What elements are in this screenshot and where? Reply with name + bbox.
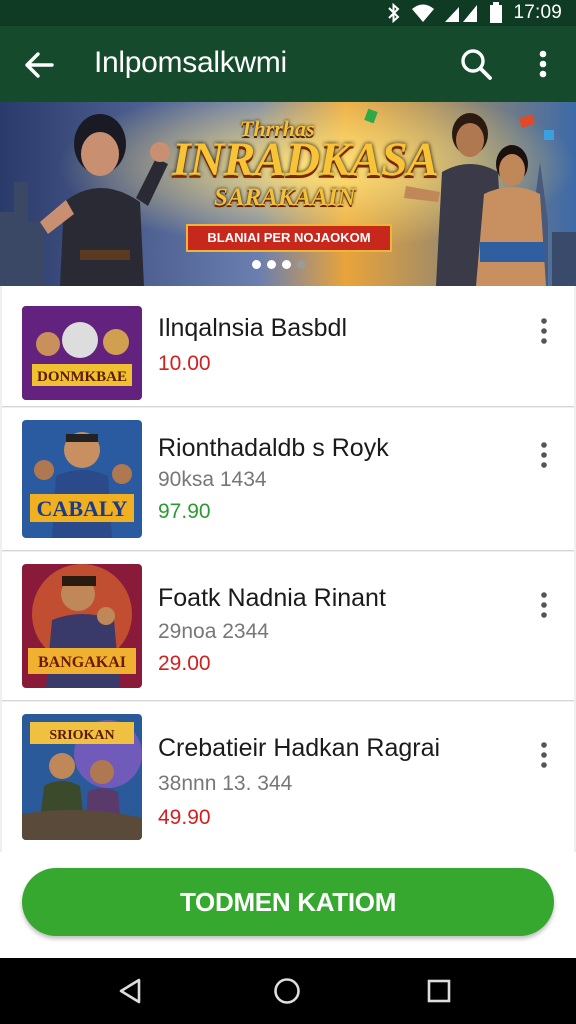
banner-title-line3: SARAKAAIN <box>214 184 356 211</box>
app-subtitle: 29noa 2344 <box>158 620 269 643</box>
page-dot[interactable] <box>282 260 291 269</box>
banner-title-line2: INRADKASA <box>172 133 439 186</box>
banner-page-indicator <box>252 260 306 269</box>
list-item[interactable]: SRIOKAN Crebatieir Hadkan Ragrai 38nnn 1… <box>2 702 574 852</box>
app-price: 29.00 <box>158 652 211 675</box>
app-subtitle: 38nnn 13. 344 <box>158 772 293 795</box>
nav-back-icon[interactable] <box>116 976 146 1006</box>
app-name: Crebatieir Hadkan Ragrai <box>158 734 441 762</box>
app-price: 10.00 <box>158 352 211 375</box>
app-name: Rionthadaldb s Royk <box>158 434 389 462</box>
app-name: Ilnqalnsia Basbdl <box>158 314 348 342</box>
svg-text:DONMKBAE: DONMKBAE <box>37 369 127 385</box>
back-arrow-icon[interactable] <box>22 48 56 82</box>
primary-action-button[interactable]: TODMEN KATIOM <box>22 868 554 936</box>
status-bar: 17:09 <box>0 0 576 26</box>
list-item[interactable]: BANGAKAI Foatk Nadnia Rinant 29noa 2344 … <box>2 552 574 701</box>
page-dot[interactable] <box>297 260 306 269</box>
page-dot[interactable] <box>252 260 261 269</box>
signal-icon <box>445 5 478 22</box>
more-vert-icon[interactable] <box>528 46 558 82</box>
app-name: Foatk Nadnia Rinant <box>158 584 386 612</box>
list-item[interactable]: CABALY Rionthadaldb s Royk 90ksa 1434 97… <box>2 408 574 551</box>
promo-banner[interactable]: Thrrhas INRADKASA SARAKAAIN BLANIAI PER … <box>0 102 576 286</box>
nav-recents-icon[interactable] <box>424 976 454 1006</box>
system-nav-bar <box>0 958 576 1024</box>
svg-text:CABALY: CABALY <box>37 496 128 521</box>
banner-ribbon: BLANIAI PER NOJAOKOM <box>186 224 392 252</box>
app-thumbnail: DONMKBAE <box>22 306 142 400</box>
app-list: DONMKBAE Ilnqalnsia Basbdl 10.00 CABALY … <box>0 286 576 852</box>
app-price: 97.90 <box>158 500 211 523</box>
app-subtitle: 90ksa 1434 <box>158 468 267 491</box>
list-item[interactable]: DONMKBAE Ilnqalnsia Basbdl 10.00 <box>2 286 574 407</box>
app-thumbnail: SRIOKAN <box>22 714 142 840</box>
nav-home-icon[interactable] <box>272 976 302 1006</box>
status-time: 17:09 <box>513 2 562 23</box>
more-vert-icon[interactable] <box>536 740 552 770</box>
battery-icon <box>490 2 503 23</box>
more-vert-icon[interactable] <box>536 316 552 346</box>
page-title: Inlpomsalkwmi <box>94 46 287 79</box>
page-dot[interactable] <box>267 260 276 269</box>
svg-text:SRIOKAN: SRIOKAN <box>49 728 114 743</box>
search-icon[interactable] <box>458 46 494 82</box>
wifi-icon <box>412 4 435 22</box>
app-thumbnail: BANGAKAI <box>22 564 142 688</box>
more-vert-icon[interactable] <box>536 590 552 620</box>
more-vert-icon[interactable] <box>536 440 552 470</box>
app-price: 49.90 <box>158 806 211 829</box>
app-bar: Inlpomsalkwmi <box>0 26 576 102</box>
app-thumbnail: CABALY <box>22 420 142 538</box>
svg-text:BANGAKAI: BANGAKAI <box>38 654 126 671</box>
bluetooth-icon <box>388 3 400 23</box>
